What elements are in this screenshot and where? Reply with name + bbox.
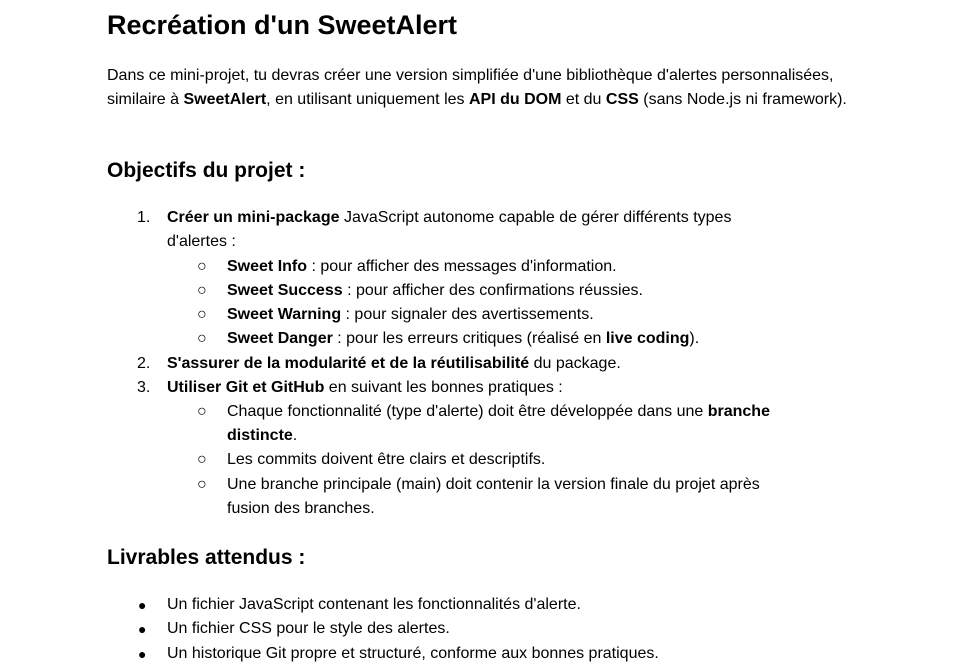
sub-item-bold: Sweet Info — [227, 258, 308, 275]
deliverable-item-git: Un historique Git propre et structuré, c… — [167, 645, 659, 662]
objective-item-3-text: en suivant les bonnes pratiques : — [324, 379, 563, 396]
sub-item-text: Chaque fonctionnalité (type d'alerte) do… — [227, 403, 708, 420]
intro-text-3: et du — [561, 91, 606, 109]
sub-bullet-marker: ○ — [197, 282, 207, 299]
sub-item-branches-line2: distincte. — [227, 424, 297, 448]
objective-item-1-bold: Créer un mini-package — [167, 209, 340, 226]
objective-item-1-text: JavaScript autonome capable de gérer dif… — [339, 209, 732, 226]
sub-item-text: : pour afficher des messages d'informati… — [307, 258, 617, 275]
objective-item-2-bold: S'assurer de la modularité et de la réut… — [167, 355, 530, 372]
sub-bullet-marker: ○ — [197, 451, 207, 468]
sub-bullet-marker: ○ — [197, 476, 207, 493]
sub-item-main-branch-line1: Une branche principale (main) doit conte… — [227, 476, 760, 493]
objective-item-2: S'assurer de la modularité et de la réut… — [167, 352, 621, 376]
list-marker-3: 3. — [137, 379, 151, 396]
sub-item-bold-live-coding: live coding — [605, 330, 690, 347]
intro-text-4: (sans Node.js ni framework). — [638, 91, 847, 109]
sub-item-sweet-info: Sweet Info : pour afficher des messages … — [227, 255, 617, 279]
objective-item-2-text: du package. — [529, 355, 621, 372]
sub-item-sweet-success: Sweet Success : pour afficher des confir… — [227, 279, 643, 303]
sub-item-bold-distincte: distincte — [227, 427, 293, 444]
sub-item-text: : pour signaler des avertissements. — [341, 306, 594, 323]
sub-item-bold: Sweet Success — [227, 282, 343, 299]
objective-item-3: Utiliser Git et GitHub en suivant les bo… — [167, 376, 563, 400]
sub-item-text: : pour les erreurs critiques (réalisé en — [332, 330, 606, 347]
intro-bold-css: CSS — [605, 91, 639, 109]
sub-item-main-branch-line2: fusion des branches. — [227, 500, 375, 517]
deliverables-heading: Livrables attendus : — [107, 546, 306, 569]
sub-item-sweet-danger: Sweet Danger : pour les erreurs critique… — [227, 327, 699, 351]
objective-item-3-bold: Utiliser Git et GitHub — [167, 379, 325, 396]
objective-item-1-line2: d'alertes : — [167, 233, 236, 250]
list-marker-1: 1. — [137, 209, 151, 226]
intro-paragraph: Dans ce mini-projet, tu devras créer une… — [107, 64, 867, 113]
sub-item-sweet-warning: Sweet Warning : pour signaler des averti… — [227, 303, 594, 327]
sub-bullet-marker: ○ — [197, 330, 207, 347]
bullet-marker: ● — [138, 621, 147, 637]
sub-item-text-end: . — [292, 427, 298, 444]
page-title: Recréation d'un SweetAlert — [107, 10, 457, 40]
sub-bullet-marker: ○ — [197, 258, 207, 275]
intro-bold-dom-api: API du DOM — [468, 91, 562, 109]
deliverable-item-js: Un fichier JavaScript contenant les fonc… — [167, 596, 581, 613]
bullet-marker: ● — [138, 597, 147, 613]
objective-item-1-line1: Créer un mini-package JavaScript autonom… — [167, 206, 731, 230]
sub-bullet-marker: ○ — [197, 403, 207, 420]
deliverable-item-css: Un fichier CSS pour le style des alertes… — [167, 620, 450, 637]
sub-item-branches-line1: Chaque fonctionnalité (type d'alerte) do… — [227, 400, 770, 424]
sub-item-text-end: ). — [689, 330, 700, 347]
objectives-heading: Objectifs du projet : — [107, 159, 306, 182]
list-marker-2: 2. — [137, 355, 151, 372]
intro-text-2: , en utilisant uniquement les — [266, 91, 469, 109]
sub-item-commits: Les commits doivent être clairs et descr… — [227, 451, 546, 468]
sub-item-bold: Sweet Danger — [227, 330, 333, 347]
sub-bullet-marker: ○ — [197, 306, 207, 323]
sub-item-bold-branche: branche — [707, 403, 770, 420]
sub-item-bold: Sweet Warning — [227, 306, 342, 323]
bullet-marker: ● — [138, 646, 147, 662]
sub-item-text: : pour afficher des confirmations réussi… — [342, 282, 643, 299]
intro-bold-sweetalert: SweetAlert — [183, 91, 267, 109]
